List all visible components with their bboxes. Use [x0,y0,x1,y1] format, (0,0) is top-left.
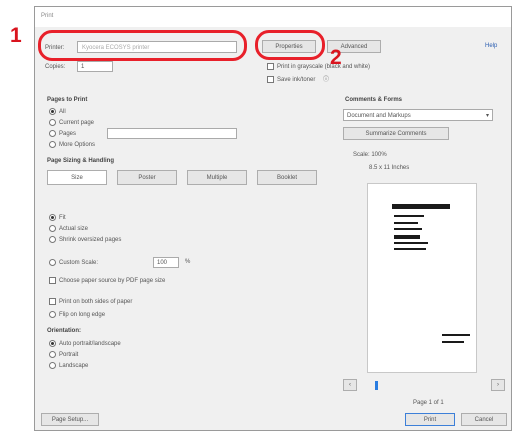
more-options-radio[interactable] [49,141,56,148]
orientation-auto-label: Auto portrait/landscape [59,341,121,348]
copies-input[interactable]: 1 [77,61,113,72]
preview-text-line [394,242,428,244]
prev-page-icon[interactable]: ‹ [343,379,357,391]
actual-size-option[interactable]: Actual size [49,225,88,232]
fit-label: Fit [59,215,66,222]
orientation-landscape-option[interactable]: Landscape [49,362,88,369]
duplex-label: Print on both sides of paper [59,299,133,306]
tab-size[interactable]: Size [47,170,107,185]
window-title: Print [41,13,54,19]
summarize-comments-button[interactable]: Summarize Comments [343,127,449,140]
next-page-icon[interactable]: › [491,379,505,391]
preview-text-line [394,215,424,217]
properties-callout-frame [255,30,325,60]
save-ink-checkbox[interactable] [267,75,274,83]
actual-size-label: Actual size [59,226,89,233]
page-slider-thumb[interactable] [375,381,378,390]
pages-range-label: Pages [59,131,77,138]
pages-current-label: Current page [59,120,95,127]
preview-text-line [394,228,422,230]
print-button[interactable]: Print [405,413,455,426]
preview-text-line [394,235,420,239]
sizing-heading: Page Sizing & Handling [47,158,115,164]
shrink-option[interactable]: Shrink oversized pages [49,236,121,243]
orientation-portrait-option[interactable]: Portrait [49,351,78,358]
orientation-portrait-radio[interactable] [49,351,56,358]
copies-label: Copies: [45,64,66,70]
tab-multiple[interactable]: Multiple [187,170,247,185]
info-icon: ⓘ [323,77,330,83]
orientation-landscape-label: Landscape [59,363,89,370]
orientation-auto-option[interactable]: Auto portrait/landscape [49,340,121,347]
more-options-option[interactable]: More Options [49,141,95,148]
orientation-heading: Orientation: [47,328,81,334]
page-preview [367,183,477,373]
save-ink-option[interactable]: Save ink/toner ⓘ [267,74,329,83]
custom-scale-radio[interactable] [49,259,56,266]
duplex-option[interactable]: Print on both sides of paper [49,298,132,305]
comments-heading: Comments & Forms [345,97,403,103]
grayscale-checkbox[interactable] [267,63,274,70]
copies-value: 1 [81,64,85,70]
more-options-label: More Options [59,142,96,149]
page-indicator: Page 1 of 1 [413,400,444,406]
pages-range-option[interactable]: Pages [49,130,76,137]
tab-poster[interactable]: Poster [117,170,177,185]
pages-all-option[interactable]: All [49,108,66,115]
orientation-landscape-radio[interactable] [49,362,56,369]
preview-text-line [394,248,426,250]
orientation-portrait-label: Portrait [59,352,79,359]
pages-range-radio[interactable] [49,130,56,137]
grayscale-option[interactable]: Print in grayscale (black and white) [267,63,370,70]
comments-select[interactable]: Document and Markups ▾ [343,109,493,121]
orientation-auto-radio[interactable] [49,340,56,347]
callout-number-1: 1 [10,24,22,47]
grayscale-label: Print in grayscale (black and white) [277,64,371,71]
scale-value: 100 [157,260,168,266]
print-dialog: Print Printer: Kyocera ECOSYS printer Pr… [34,6,512,431]
page-setup-button[interactable]: Page Setup... [41,413,99,426]
custom-scale-option[interactable]: Custom Scale: [49,259,98,266]
scale-input[interactable]: 100 [153,257,179,268]
help-link[interactable]: Help [485,43,497,49]
paper-source-label: Choose paper source by PDF page size [59,278,166,285]
paper-source-option[interactable]: Choose paper source by PDF page size [49,277,165,284]
save-ink-label: Save ink/toner [277,77,316,83]
pages-to-print-heading: Pages to Print [47,97,88,103]
pages-all-label: All [59,109,66,116]
chevron-down-icon: ▾ [485,113,489,119]
shrink-label: Shrink oversized pages [59,237,122,244]
fit-option[interactable]: Fit [49,214,66,221]
title-bar: Print [35,7,511,27]
comments-value: Document and Markups [347,113,411,119]
pages-current-option[interactable]: Current page [49,119,94,126]
actual-size-radio[interactable] [49,225,56,232]
callout-number-2: 2 [330,46,342,69]
paper-source-checkbox[interactable] [49,277,56,284]
preview-footer-line [442,334,470,336]
preview-header-line [392,204,450,209]
preview-footer-line [442,341,464,343]
preview-text-line [394,222,418,224]
pages-range-input[interactable] [107,128,237,139]
scale-unit: % [185,259,191,265]
fit-radio[interactable] [49,214,56,221]
preview-scale-label: Scale: 100% [353,152,387,158]
shrink-radio[interactable] [49,236,56,243]
preview-size-label: 8.5 x 11 Inches [369,165,410,171]
flip-label: Flip on long edge [59,312,106,319]
cancel-button[interactable]: Cancel [461,413,507,426]
flip-option[interactable]: Flip on long edge [49,311,105,318]
pages-current-radio[interactable] [49,119,56,126]
custom-scale-label: Custom Scale: [59,260,99,267]
printer-callout-frame [38,30,247,61]
pages-all-radio[interactable] [49,108,56,115]
flip-radio[interactable] [49,311,56,318]
duplex-checkbox[interactable] [49,298,56,305]
tab-booklet[interactable]: Booklet [257,170,317,185]
